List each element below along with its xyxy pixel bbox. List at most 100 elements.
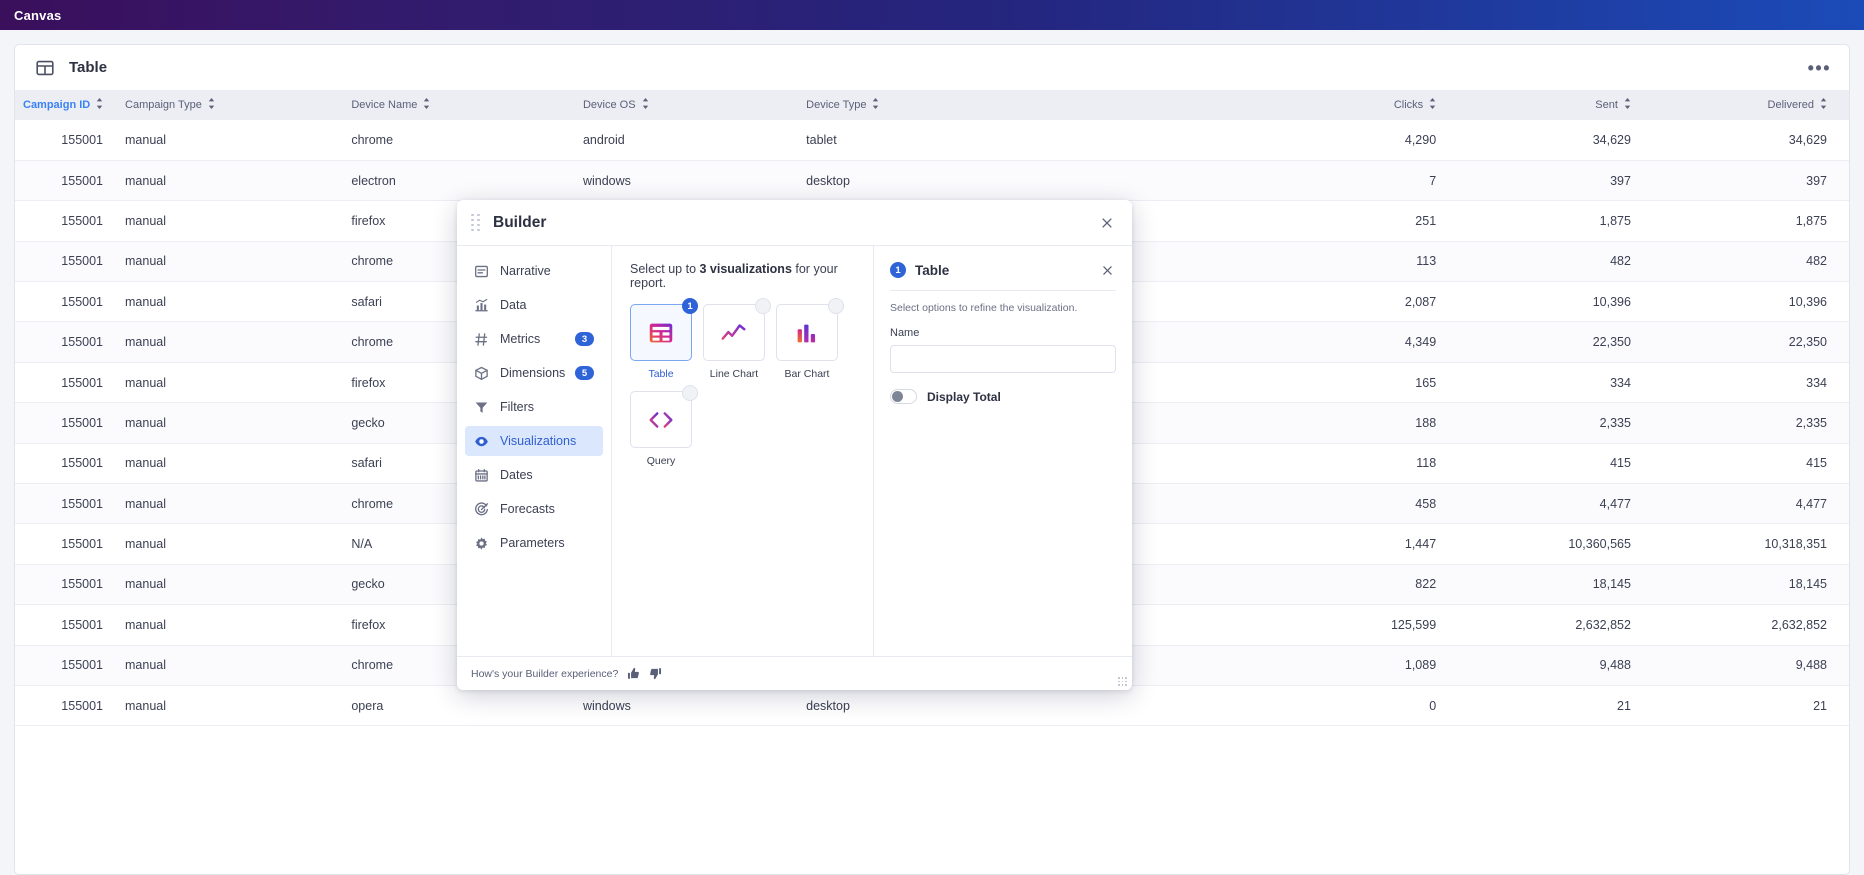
sort-icon[interactable] [208,98,215,112]
cell-ctype: manual [125,658,167,673]
cell-deliv: 334 [1806,375,1827,390]
cell-dname: electron [351,173,396,188]
name-input[interactable] [890,345,1116,373]
options-close-icon[interactable] [1098,261,1116,279]
sort-icon[interactable] [642,98,649,112]
cell-sent: 34,629 [1592,132,1631,147]
table-row[interactable]: 155001 manual chrome android tablet 4,290 34,6… [15,120,1849,161]
viz-card-query[interactable]: Query [630,385,698,467]
column-header-dname[interactable]: Device Name [341,90,573,120]
cell-clicks: 188 [1415,415,1437,430]
options-title: Table [915,262,950,278]
thumbs-up-icon[interactable] [627,667,640,680]
sidebar-item-filters[interactable]: Filters [465,392,603,422]
data-icon [474,298,489,313]
options-subtitle: Select options to refine the visualizati… [890,302,1078,314]
cell-cid: 155001 [61,294,104,309]
cell-deliv: 10,396 [1788,294,1827,309]
viz-select-indicator[interactable]: 1 [682,298,698,314]
display-total-row: Display Total [890,389,1116,404]
close-icon[interactable] [1096,212,1118,234]
widget-more-menu-button[interactable]: ••• [1808,59,1831,77]
cell-ctype: manual [125,213,167,228]
cell-clicks: 4,349 [1404,335,1437,350]
viz-card-label: Bar Chart [784,368,830,380]
cell-sent: 2,632,852 [1575,617,1631,632]
viz-card-box[interactable] [703,298,771,361]
options-divider [890,290,1116,291]
viz-card-box[interactable]: 1 [630,298,698,361]
column-header-dos[interactable]: Device OS [573,90,796,120]
cube-icon [474,366,489,381]
cell-dos: windows [582,698,631,713]
cell-sent: 415 [1610,456,1631,471]
table-widget-title: Table [69,59,108,76]
column-header-deliv[interactable]: Delivered [1649,90,1849,120]
cell-sent: 21 [1617,698,1631,713]
sort-icon[interactable] [1429,98,1436,112]
sidebar-item-visualizations[interactable]: Visualizations [465,426,603,456]
cell-sent: 397 [1610,173,1631,188]
calendar-icon [474,468,489,483]
resize-grip-icon[interactable] [1118,677,1127,686]
cell-deliv: 415 [1806,456,1827,471]
cell-sent: 10,360,565 [1568,537,1631,552]
cell-deliv: 10,318,351 [1764,537,1827,552]
sort-icon[interactable] [423,98,430,112]
column-header-sent[interactable]: Sent [1454,90,1649,120]
column-header-dtype[interactable]: Device Type [796,90,1154,120]
viz-card-table[interactable]: 1 Table [630,298,698,380]
cell-ctype: manual [125,456,167,471]
sidebar-item-metrics[interactable]: Metrics 3 [465,324,603,354]
cell-ctype: manual [125,294,167,309]
sidebar-item-forecasts[interactable]: Forecasts [465,494,603,524]
table-row[interactable]: 155001 manual electron windows desktop 7 397 39… [15,160,1849,201]
cell-deliv: 22,350 [1788,335,1827,350]
bar-chart-glyph [792,318,822,348]
viz-select-indicator[interactable] [682,385,698,401]
cell-ctype: manual [125,132,167,147]
sidebar-item-label: Metrics [500,332,541,346]
viz-card-box[interactable] [630,385,698,448]
viz-card-label: Line Chart [709,368,759,380]
sidebar-item-data[interactable]: Data [465,290,603,320]
column-header-clicks[interactable]: Clicks [1154,90,1454,120]
sidebar-item-narrative[interactable]: Narrative [465,256,603,286]
thumbs-down-icon[interactable] [649,667,662,680]
sort-icon[interactable] [872,98,879,112]
sidebar-item-parameters[interactable]: Parameters [465,528,603,558]
column-header-ctype[interactable]: Campaign Type [115,90,341,120]
sort-icon[interactable] [96,98,103,112]
cell-clicks: 165 [1415,375,1437,390]
table-row[interactable]: 155001 manual opera windows desktop 0 21 21 [15,685,1849,726]
viz-card-line-chart[interactable]: Line Chart [703,298,771,380]
table-widget-card: Table ••• Campaign ID Campaign Type Device… [14,44,1850,875]
sort-icon[interactable] [1624,98,1631,112]
sidebar-item-badge: 3 [575,332,594,346]
viz-card-box[interactable] [776,298,844,361]
cell-ctype: manual [125,335,167,350]
viz-card-bar-chart[interactable]: Bar Chart [776,298,844,380]
table-icon [35,58,55,78]
column-header-label: Device Name [351,99,418,111]
sidebar-item-dimensions[interactable]: Dimensions 5 [465,358,603,388]
cell-ctype: manual [125,496,167,511]
cell-deliv: 482 [1806,254,1827,269]
viz-select-indicator[interactable] [828,298,844,314]
cell-clicks: 125,599 [1390,617,1437,632]
cell-deliv: 21 [1813,698,1827,713]
funnel-icon [474,400,489,415]
cell-ctype: manual [125,173,167,188]
app-title: Canvas [14,7,62,23]
cell-deliv: 1,875 [1795,213,1827,228]
viz-select-indicator[interactable] [755,298,771,314]
cell-cid: 155001 [61,537,104,552]
cell-ctype: manual [125,415,167,430]
cell-cid: 155001 [61,617,104,632]
column-header-cid[interactable]: Campaign ID [15,90,115,120]
sort-icon[interactable] [1820,98,1827,112]
display-total-toggle[interactable] [890,389,917,404]
sidebar-item-dates[interactable]: Dates [465,460,603,490]
drag-handle-icon[interactable] [471,213,481,231]
visualizations-prompt: Select up to 3 visualizations for your r… [630,262,855,290]
